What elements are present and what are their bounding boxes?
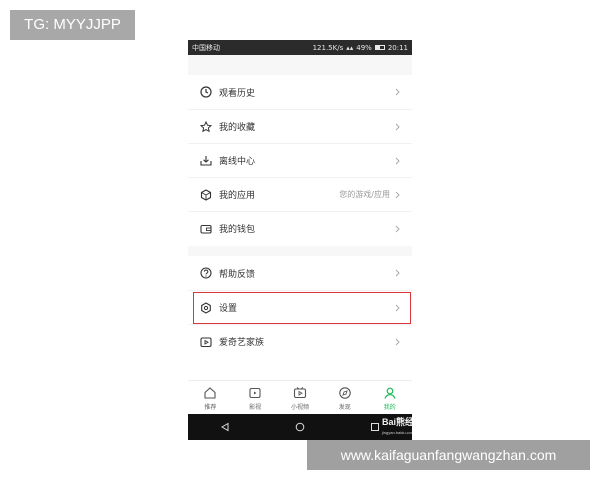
menu-item-my-apps[interactable]: 我的应用 您的游戏/应用: [188, 177, 412, 211]
bottom-navigation: 推荐 影视 小视频 发现 我的: [188, 380, 412, 415]
chevron-right-icon: [395, 122, 402, 131]
chevron-right-icon: [395, 224, 402, 233]
carrier-text: 中国移动: [192, 43, 220, 52]
menu-label: 设置: [219, 304, 238, 314]
nav-label: 推荐: [204, 403, 217, 411]
short-video-icon: [293, 386, 307, 398]
status-bar: 中国移动 121.5K/s ▴▴ 49% 20:11: [188, 40, 412, 55]
menu-item-watch-history[interactable]: 观看历史: [188, 75, 412, 109]
menu-group-secondary: 帮助反馈 设置 爱奇艺家族: [188, 256, 412, 386]
chevron-right-icon: [395, 156, 402, 165]
chevron-right-icon: [395, 190, 402, 199]
profile-icon: [384, 387, 396, 399]
clock-icon: [199, 85, 213, 99]
film-icon: [249, 387, 261, 398]
chevron-right-icon: [395, 269, 402, 278]
tg-watermark: TG: MYYJJPP: [10, 10, 135, 40]
system-navigation-bar: [188, 414, 412, 440]
menu-item-help-feedback[interactable]: 帮助反馈: [188, 256, 412, 290]
nav-item-mine[interactable]: 我的: [370, 386, 410, 411]
clock-time: 20:11: [387, 43, 408, 52]
star-icon: [199, 120, 213, 134]
menu-item-offline-center[interactable]: 离线中心: [188, 143, 412, 177]
nav-item-discover[interactable]: 发现: [325, 386, 365, 411]
chevron-right-icon: [395, 88, 402, 97]
chevron-right-icon: [395, 303, 402, 312]
menu-item-favorites[interactable]: 我的收藏: [188, 109, 412, 143]
download-icon: [199, 154, 213, 168]
wallet-icon: [199, 222, 213, 236]
battery-icon: [374, 45, 385, 50]
back-icon[interactable]: [219, 421, 231, 433]
menu-label: 观看历史: [219, 88, 256, 99]
menu-label: 我的应用: [219, 191, 256, 201]
home-icon: [204, 386, 216, 399]
menu-group-main: 观看历史 我的收藏 离线中心 我的应用 您的游戏/应用 我的钱包: [188, 75, 412, 246]
phone-screenshot: 中国移动 121.5K/s ▴▴ 49% 20:11 观看历史 我的收藏 离线中…: [188, 40, 412, 440]
status-indicators: 121.5K/s ▴▴ 49% 20:11: [313, 44, 408, 52]
nav-item-recommend[interactable]: 推荐: [190, 386, 230, 411]
signal-icon: ▴▴: [346, 43, 354, 52]
home-circle-icon[interactable]: [294, 421, 306, 433]
menu-label: 我的钱包: [219, 225, 256, 235]
baidu-jingyan-logo: Bai熊经验 jingyan.baidu.com: [382, 418, 412, 437]
menu-extra-text: 您的游戏/应用: [339, 190, 390, 199]
nav-label: 影视: [249, 403, 262, 411]
recents-square-icon[interactable]: [369, 421, 381, 433]
menu-label: 爱奇艺家族: [219, 338, 265, 348]
nav-label: 小视频: [290, 403, 309, 411]
nav-label: 发现: [338, 403, 351, 411]
nav-item-short-video[interactable]: 小视频: [280, 386, 320, 411]
help-icon: [199, 266, 213, 280]
baidu-url: jingyan.baidu.com: [382, 430, 412, 435]
menu-label: 帮助反馈: [219, 269, 256, 280]
menu-item-iqiyi-family[interactable]: 爱奇艺家族: [188, 324, 412, 358]
network-speed: 121.5K/s: [312, 43, 344, 52]
baidu-logo-text: Bai熊经验: [382, 417, 412, 427]
discover-icon: [339, 386, 351, 399]
menu-label: 我的收藏: [219, 123, 256, 133]
chevron-right-icon: [395, 337, 402, 346]
menu-item-wallet[interactable]: 我的钱包: [188, 211, 412, 245]
nav-item-film[interactable]: 影视: [235, 386, 275, 411]
menu-label: 离线中心: [219, 157, 256, 167]
nav-label: 我的: [383, 403, 396, 411]
menu-item-settings[interactable]: 设置: [188, 290, 412, 324]
family-play-icon: [199, 335, 213, 349]
battery-percent: 49%: [356, 43, 372, 52]
app-cube-icon: [199, 188, 213, 202]
settings-icon: [199, 301, 213, 315]
website-watermark: www.kaifaguanfangwangzhan.com: [307, 440, 590, 470]
